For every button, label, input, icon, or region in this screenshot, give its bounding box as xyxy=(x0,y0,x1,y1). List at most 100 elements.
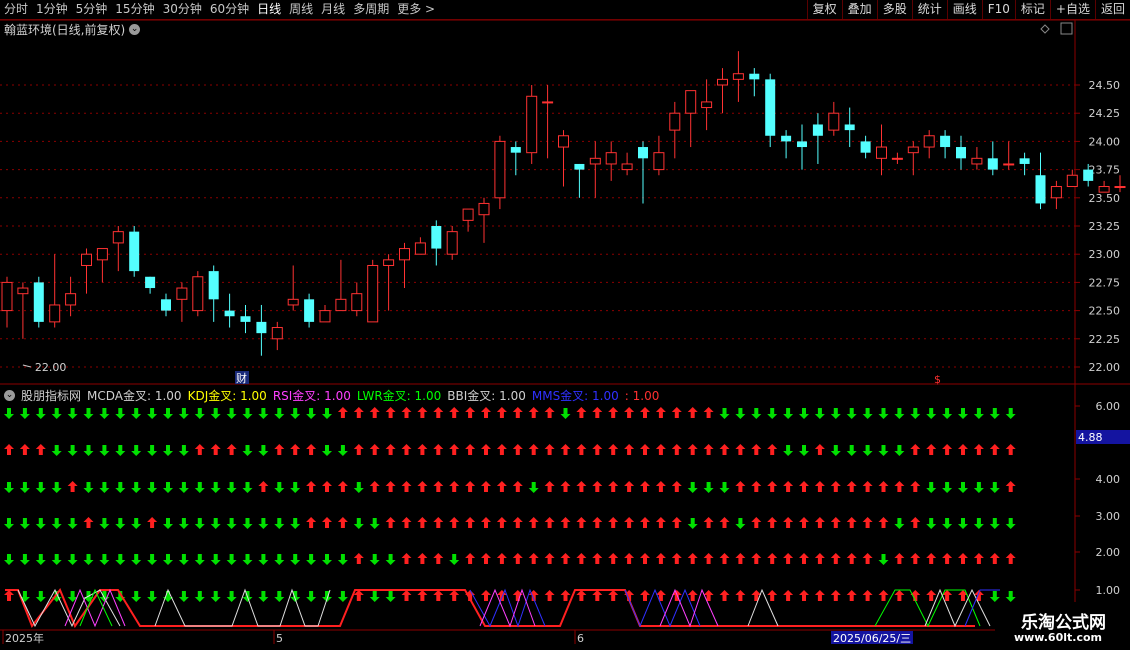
down-arrow-icon xyxy=(814,408,825,419)
candle-body xyxy=(971,157,983,165)
up-arrow-icon xyxy=(878,517,889,528)
candle-body xyxy=(256,321,267,334)
dividend-marker: $ xyxy=(934,373,941,386)
down-arrow-icon xyxy=(560,408,571,419)
indicator-legend-3: LWR金叉: 1.00 xyxy=(356,389,442,403)
candle-body xyxy=(1035,175,1046,204)
up-arrow-icon xyxy=(973,444,984,455)
up-arrow-icon xyxy=(783,553,794,564)
up-arrow-icon xyxy=(4,590,14,601)
up-arrow-icon xyxy=(322,517,332,528)
candle-body xyxy=(224,310,235,317)
down-arrow-icon xyxy=(99,518,110,529)
up-arrow-icon xyxy=(385,407,396,418)
down-arrow-icon xyxy=(194,408,205,419)
down-arrow-icon xyxy=(226,554,237,565)
down-arrow-icon xyxy=(131,482,142,493)
maximize-icon xyxy=(1060,22,1073,35)
down-arrow-icon xyxy=(51,518,62,529)
down-arrow-icon xyxy=(687,518,698,529)
candle-body xyxy=(1083,169,1094,181)
candle-body xyxy=(589,157,601,165)
up-arrow-icon xyxy=(481,590,491,601)
down-arrow-icon xyxy=(163,518,173,529)
up-arrow-icon xyxy=(846,590,857,601)
down-arrow-icon xyxy=(973,518,984,529)
candle-body xyxy=(907,146,919,154)
down-arrow-icon xyxy=(83,554,94,565)
down-arrow-icon xyxy=(163,554,173,565)
candle-body xyxy=(558,135,569,148)
down-arrow-icon xyxy=(4,482,14,493)
up-arrow-icon xyxy=(767,553,778,564)
up-arrow-icon xyxy=(433,481,444,492)
up-arrow-icon xyxy=(942,444,953,455)
candle-body xyxy=(383,259,395,266)
down-arrow-icon xyxy=(147,554,158,565)
down-arrow-icon xyxy=(703,482,714,493)
up-arrow-icon xyxy=(655,553,666,564)
up-arrow-icon xyxy=(846,481,857,492)
indicator-tick-label: 4.00 xyxy=(1096,473,1121,486)
up-arrow-icon xyxy=(592,481,603,492)
down-arrow-icon xyxy=(862,445,873,456)
down-arrow-icon xyxy=(115,408,126,419)
up-arrow-icon xyxy=(767,444,778,455)
candle-body xyxy=(462,208,474,221)
candle-body xyxy=(240,316,251,322)
down-arrow-icon xyxy=(242,554,253,565)
candle-body xyxy=(287,298,299,306)
candle-body xyxy=(876,146,887,159)
up-arrow-icon xyxy=(751,444,762,455)
down-arrow-icon xyxy=(369,518,380,529)
up-arrow-icon xyxy=(640,444,650,455)
signal-line-white-2 xyxy=(154,588,331,627)
up-arrow-icon xyxy=(608,590,619,601)
up-arrow-icon xyxy=(560,481,571,492)
up-arrow-icon xyxy=(846,553,857,564)
up-arrow-icon xyxy=(640,407,650,418)
price-tick-label: 24.00 xyxy=(1089,135,1121,148)
down-arrow-icon xyxy=(369,554,380,565)
up-arrow-icon xyxy=(337,407,348,418)
down-arrow-icon xyxy=(163,482,173,493)
up-arrow-icon xyxy=(640,481,650,492)
down-arrow-icon xyxy=(290,518,301,529)
candle-body xyxy=(987,158,998,170)
up-arrow-icon xyxy=(465,553,476,564)
up-arrow-icon xyxy=(496,407,507,418)
down-arrow-icon xyxy=(942,482,953,493)
up-arrow-icon xyxy=(369,407,380,418)
up-arrow-icon xyxy=(417,590,428,601)
down-arrow-icon xyxy=(83,482,94,493)
up-arrow-icon xyxy=(385,517,396,528)
up-arrow-icon xyxy=(544,444,555,455)
candle-body xyxy=(1050,186,1062,199)
up-arrow-icon xyxy=(894,553,905,564)
candle-body xyxy=(446,231,458,255)
up-arrow-icon xyxy=(894,481,905,492)
up-arrow-icon xyxy=(958,590,968,601)
candle-body xyxy=(1114,186,1126,189)
time-label: 6 xyxy=(577,632,584,645)
kline-chart[interactable]: 24.50 24.25 24.00 23.75 23.50 23.25 23.00 22.75… xyxy=(0,0,1130,650)
chevron-down-icon[interactable]: ⌄ xyxy=(4,390,15,401)
up-arrow-icon xyxy=(814,481,825,492)
up-arrow-icon xyxy=(401,481,412,492)
down-arrow-icon xyxy=(258,554,269,565)
up-arrow-icon xyxy=(703,517,714,528)
down-arrow-icon xyxy=(353,518,364,529)
down-arrow-icon xyxy=(830,408,841,419)
down-arrow-icon xyxy=(290,554,301,565)
up-arrow-icon xyxy=(989,553,1000,564)
up-arrow-icon xyxy=(337,481,348,492)
down-arrow-icon xyxy=(210,408,221,419)
candle-body xyxy=(765,79,776,136)
candle-body xyxy=(145,276,156,289)
up-arrow-icon xyxy=(910,590,921,601)
down-arrow-icon xyxy=(989,518,1000,529)
up-arrow-icon xyxy=(926,444,937,455)
down-arrow-icon xyxy=(894,518,905,529)
up-arrow-icon xyxy=(353,407,364,418)
down-arrow-icon xyxy=(210,591,221,602)
